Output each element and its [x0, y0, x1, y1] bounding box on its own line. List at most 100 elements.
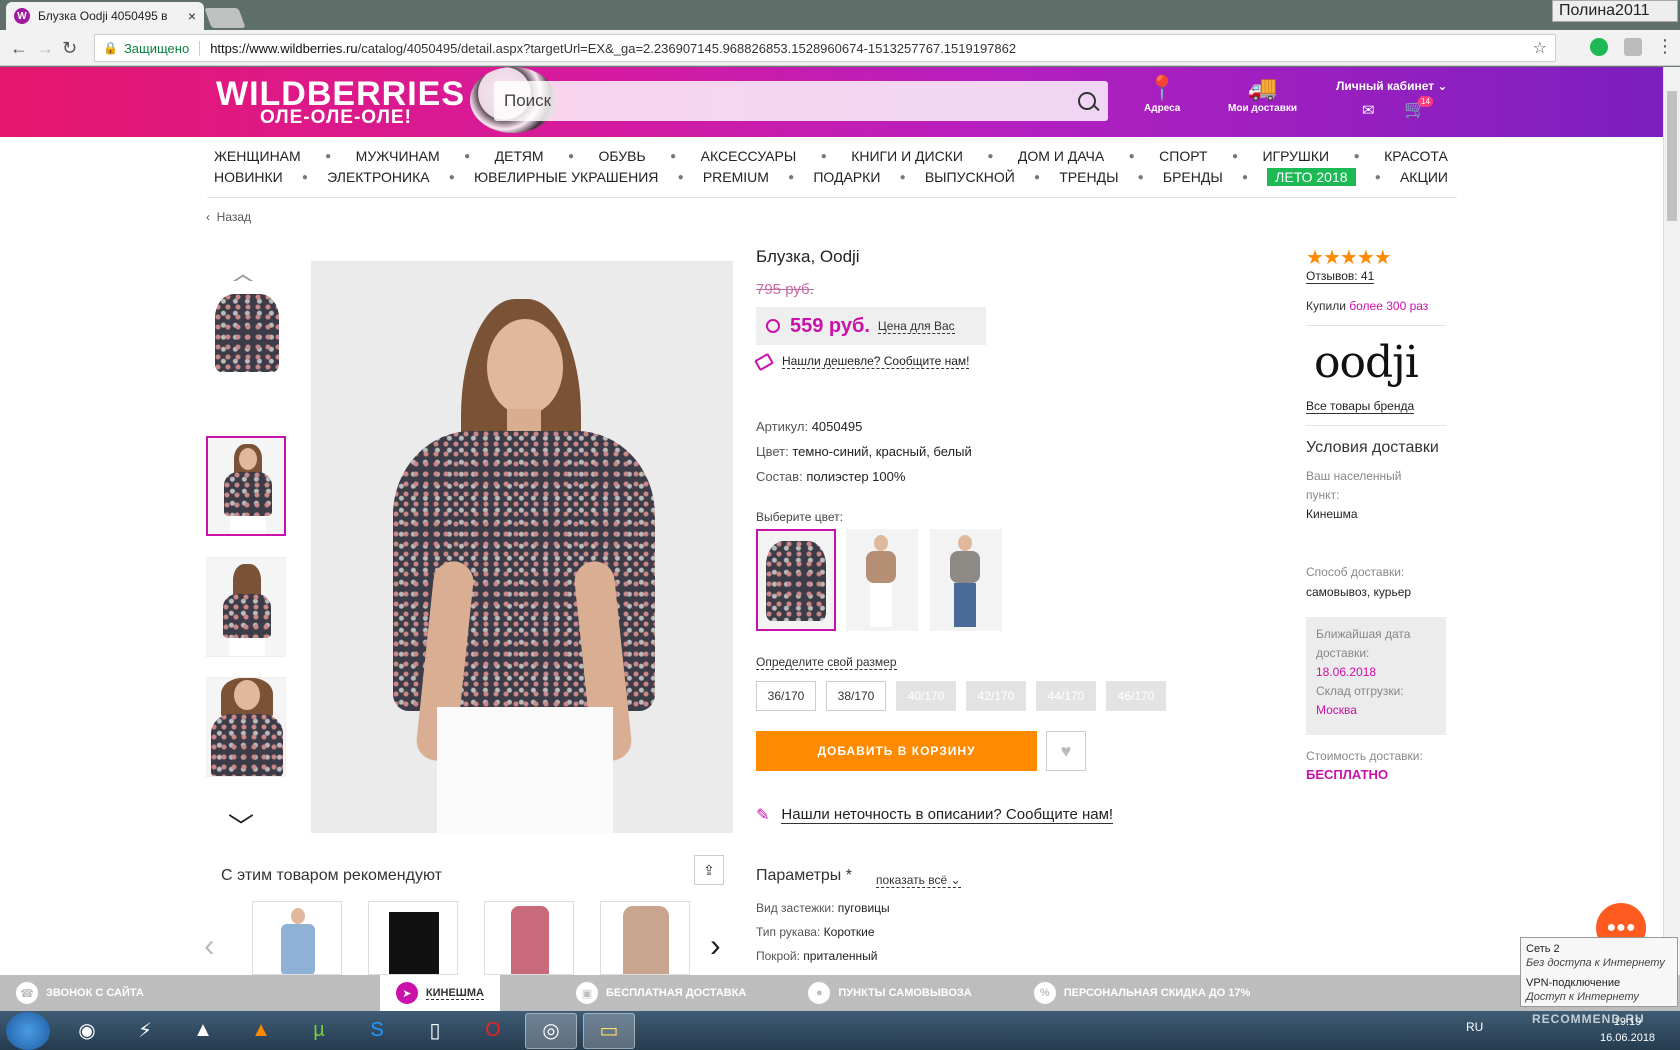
- menu-item[interactable]: ДОМ И ДАЧА: [1018, 148, 1104, 164]
- browser-tab[interactable]: W Блузка Oodji 4050495 в ×: [6, 2, 204, 30]
- main-menu-row-1: ЖЕНЩИНАМ ● МУЖЧИНАМ ● ДЕТЯМ ● ОБУВЬ ● АКСЕССУАРЫ…: [214, 147, 1448, 165]
- current-price: 559 руб.: [790, 314, 870, 337]
- skype-icon[interactable]: S: [351, 1013, 403, 1049]
- brand-logo[interactable]: oodji: [1314, 337, 1419, 388]
- bookmark-star-icon[interactable]: ☆: [1533, 38, 1547, 58]
- aimp-icon[interactable]: ▲: [177, 1013, 229, 1049]
- bottom-bar-item[interactable]: ● ПУНКТЫ САМОВЫВОЗА: [792, 975, 987, 1011]
- page-scrollbar[interactable]: [1663, 67, 1680, 975]
- reload-icon[interactable]: ↻: [62, 38, 77, 59]
- size-option[interactable]: 36/170: [756, 681, 816, 711]
- close-tab-icon[interactable]: ×: [188, 8, 196, 24]
- menu-separator: ●: [567, 150, 575, 162]
- menu-divider: [207, 197, 1457, 198]
- chrome-icon[interactable]: ◎: [525, 1012, 577, 1049]
- bottom-bar-item[interactable]: % ПЕРСОНАЛЬНАЯ СКИДКА ДО 17%: [1018, 975, 1267, 1011]
- recommend-item-2[interactable]: [368, 901, 458, 975]
- utorrent-icon[interactable]: µ: [293, 1013, 345, 1049]
- personal-cabinet-link[interactable]: Личный кабинет ⌄: [1336, 79, 1447, 93]
- addresses-link[interactable]: 📍 Адреса: [1144, 75, 1180, 114]
- show-all-params-link[interactable]: показать всё ⌄: [876, 873, 961, 888]
- mail-icon[interactable]: ✉: [1362, 101, 1375, 119]
- menu-item[interactable]: ВЫПУСКНОЙ: [925, 169, 1015, 185]
- bottom-bar-item[interactable]: ☎ ЗВОНОК С САЙТА: [0, 975, 160, 1011]
- clock-icon: [766, 319, 780, 333]
- menu-item[interactable]: НОВИНКИ: [214, 169, 283, 185]
- favorite-heart-icon[interactable]: ♥: [1046, 731, 1086, 771]
- color-row: Цвет: темно-синий, красный, белый: [756, 444, 972, 459]
- recommend-item-3[interactable]: [484, 901, 574, 975]
- color-swatch-denim[interactable]: [930, 529, 1002, 631]
- thumbnail-2[interactable]: [206, 436, 286, 536]
- menu-item[interactable]: ИГРУШКИ: [1262, 148, 1329, 164]
- browser-menu-icon[interactable]: ⋮: [1656, 36, 1674, 57]
- menu-item[interactable]: ЭЛЕКТРОНИКА: [327, 169, 429, 185]
- delivery-method-label: Способ доставки:: [1306, 565, 1405, 579]
- my-deliveries-link[interactable]: 🚚 Мои доставки: [1228, 75, 1297, 114]
- extension-shield-icon[interactable]: [1624, 38, 1642, 56]
- back-arrow-icon[interactable]: ←: [10, 38, 28, 59]
- menu-item[interactable]: АКЦИИ: [1400, 169, 1448, 185]
- menu-item[interactable]: ПОДАРКИ: [813, 169, 880, 185]
- browser-user-name[interactable]: Полина2011: [1552, 0, 1678, 22]
- menu-separator: ●: [899, 171, 906, 183]
- menu-separator: ●: [464, 150, 471, 162]
- document-icon[interactable]: ▯: [409, 1013, 461, 1049]
- menu-item[interactable]: ЛЕТО 2018: [1267, 168, 1356, 186]
- url-field[interactable]: 🔒 Защищено https://www.wildberries.ru/ca…: [94, 34, 1556, 62]
- mediaget-icon[interactable]: ◉: [61, 1013, 113, 1049]
- winamp-icon[interactable]: ⚡: [119, 1013, 171, 1049]
- all-brand-products-link[interactable]: Все товары бренда: [1306, 399, 1415, 414]
- menu-item[interactable]: ДЕТЯМ: [495, 148, 544, 164]
- thumbnail-3[interactable]: [206, 557, 286, 657]
- bottom-bar-item[interactable]: ▣ БЕСПЛАТНАЯ ДОСТАВКА: [560, 975, 762, 1011]
- size-guide-link[interactable]: Определите свой размер: [756, 655, 897, 670]
- menu-item[interactable]: КРАСОТА: [1384, 148, 1448, 164]
- locality-value[interactable]: Кинешма: [1306, 507, 1358, 521]
- menu-item[interactable]: КНИГИ И ДИСКИ: [851, 148, 963, 164]
- search-input[interactable]: Поиск: [494, 81, 1108, 121]
- system-clock[interactable]: 19:19 16.06.2018: [1600, 1014, 1655, 1046]
- product-main-image[interactable]: [311, 261, 733, 833]
- extension-check-icon[interactable]: [1590, 38, 1608, 56]
- menu-item[interactable]: СПОРТ: [1159, 148, 1207, 164]
- language-indicator[interactable]: RU: [1466, 1020, 1483, 1034]
- menu-item[interactable]: ЖЕНЩИНАМ: [214, 148, 301, 164]
- share-icon[interactable]: ⇪: [694, 855, 724, 885]
- thumbnail-1[interactable]: [206, 281, 286, 381]
- bottom-bar-item[interactable]: ➤ КИНЕШМА: [379, 975, 500, 1011]
- wildberries-favicon: W: [14, 8, 30, 24]
- start-button[interactable]: [6, 1011, 50, 1050]
- recommend-item-1[interactable]: [252, 901, 342, 975]
- main-menu-row-2: НОВИНКИ ● ЭЛЕКТРОНИКА ● ЮВЕЛИРНЫЕ УКРАШЕНИЯ ●…: [214, 168, 1448, 186]
- back-link[interactable]: ‹ Назад: [206, 210, 251, 224]
- recommend-prev-arrow-icon[interactable]: ‹: [204, 927, 215, 964]
- color-swatch-navy[interactable]: [756, 529, 836, 631]
- menu-item[interactable]: PREMIUM: [703, 169, 769, 185]
- size-option[interactable]: 38/170: [826, 681, 886, 711]
- new-tab-button[interactable]: [204, 8, 246, 28]
- add-to-cart-button[interactable]: ДОБАВИТЬ В КОРЗИНУ: [756, 731, 1037, 771]
- recommend-item-4[interactable]: [600, 901, 690, 975]
- size-option: 46/170: [1106, 681, 1166, 711]
- report-inaccuracy-link[interactable]: ✎ Нашли неточность в описании? Сообщите …: [756, 805, 1114, 825]
- price-for-you-link[interactable]: Цена для Вас: [877, 319, 955, 334]
- opera-icon[interactable]: O: [467, 1013, 519, 1049]
- menu-item[interactable]: МУЖЧИНАМ: [356, 148, 440, 164]
- search-icon[interactable]: [1078, 92, 1096, 110]
- menu-item[interactable]: ТРЕНДЫ: [1059, 169, 1118, 185]
- color-swatch-beige[interactable]: [846, 529, 918, 631]
- reviews-link[interactable]: Отзывов: 41: [1306, 269, 1375, 284]
- menu-item[interactable]: АКСЕССУАРЫ: [701, 148, 797, 164]
- menu-item[interactable]: ОБУВЬ: [598, 148, 645, 164]
- found-cheaper-link[interactable]: Нашли дешевле? Сообщите нам!: [754, 352, 970, 371]
- menu-item[interactable]: БРЕНДЫ: [1163, 169, 1223, 185]
- forward-arrow-icon[interactable]: →: [36, 38, 54, 59]
- recommend-next-arrow-icon[interactable]: ›: [710, 927, 721, 964]
- thumbnail-4[interactable]: [206, 677, 286, 777]
- vlc-icon[interactable]: ▲: [235, 1013, 287, 1049]
- thumbs-down-arrow-icon[interactable]: ﹀: [228, 807, 254, 844]
- menu-separator: ●: [301, 171, 308, 183]
- explorer-folder-icon[interactable]: ▭: [583, 1012, 635, 1049]
- menu-item[interactable]: ЮВЕЛИРНЫЕ УКРАШЕНИЯ: [474, 169, 658, 185]
